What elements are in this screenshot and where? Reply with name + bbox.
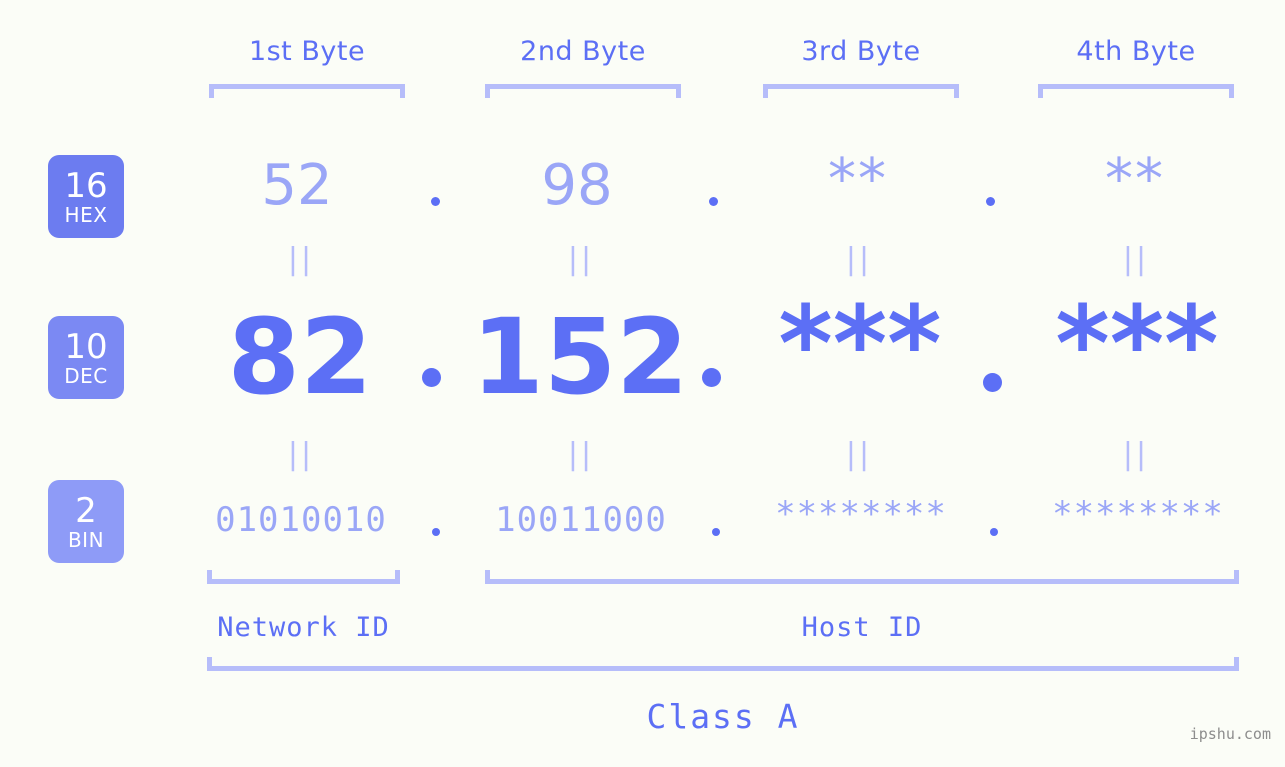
equals-connector-hex-dec-1: || [287,242,315,277]
hex-byte-1: 52 [261,153,333,218]
class-bracket [207,657,1239,671]
bin-byte-3: ******** [775,494,947,534]
byte-header-2: 2nd Byte [520,36,646,67]
dec-separator-3 [983,373,1002,392]
bin-separator-3 [990,528,998,536]
base-badge-bin[interactable]: 2 BIN [48,480,124,563]
equals-connector-dec-bin-2: || [567,437,595,472]
base-badge-dec-name: DEC [64,363,108,388]
byte-header-4: 4th Byte [1076,36,1196,67]
equals-connector-hex-dec-2: || [567,242,595,277]
byte-bracket-2 [485,84,681,98]
dec-byte-4: *** [1055,283,1219,405]
bin-byte-1: 01010010 [215,500,387,540]
class-label: Class A [646,697,800,736]
site-watermark: ipshu.com [1189,725,1271,743]
bin-separator-2 [712,528,720,536]
hex-byte-4: ** [1105,147,1165,212]
ip-address-breakdown-diagram: 1st Byte 2nd Byte 3rd Byte 4th Byte 16 H… [0,0,1285,767]
hex-byte-3: ** [828,147,888,212]
equals-connector-hex-dec-4: || [1122,242,1150,277]
dec-separator-1 [422,368,441,387]
host-id-bracket [485,570,1239,584]
base-badge-hex[interactable]: 16 HEX [48,155,124,238]
equals-connector-dec-bin-1: || [287,437,315,472]
equals-connector-hex-dec-3: || [845,242,873,277]
dec-separator-2 [702,368,721,387]
byte-header-1: 1st Byte [248,36,366,67]
dec-byte-3: *** [778,283,942,405]
byte-bracket-1 [209,84,405,98]
base-badge-bin-number: 2 [75,490,97,531]
base-badge-dec-number: 10 [64,326,108,367]
network-id-label: Network ID [217,612,390,643]
equals-connector-dec-bin-3: || [845,437,873,472]
base-badge-bin-name: BIN [67,527,105,552]
equals-connector-dec-bin-4: || [1122,437,1150,472]
byte-header-3: 3rd Byte [801,36,921,67]
byte-bracket-4 [1038,84,1234,98]
bin-byte-2: 10011000 [495,500,667,540]
network-id-bracket [207,570,400,584]
base-badge-hex-name: HEX [64,202,108,227]
hex-separator-2 [709,197,718,206]
dec-byte-2: 152 [471,296,689,418]
dec-byte-1: 82 [227,296,373,418]
bin-separator-1 [432,528,440,536]
base-badge-hex-number: 16 [64,165,108,206]
host-id-label: Host ID [801,612,923,643]
hex-separator-1 [431,197,440,206]
bin-byte-4: ******** [1052,494,1224,534]
base-badge-dec[interactable]: 10 DEC [48,316,124,399]
byte-bracket-3 [763,84,959,98]
hex-byte-2: 98 [541,153,613,218]
hex-separator-3 [986,197,995,206]
